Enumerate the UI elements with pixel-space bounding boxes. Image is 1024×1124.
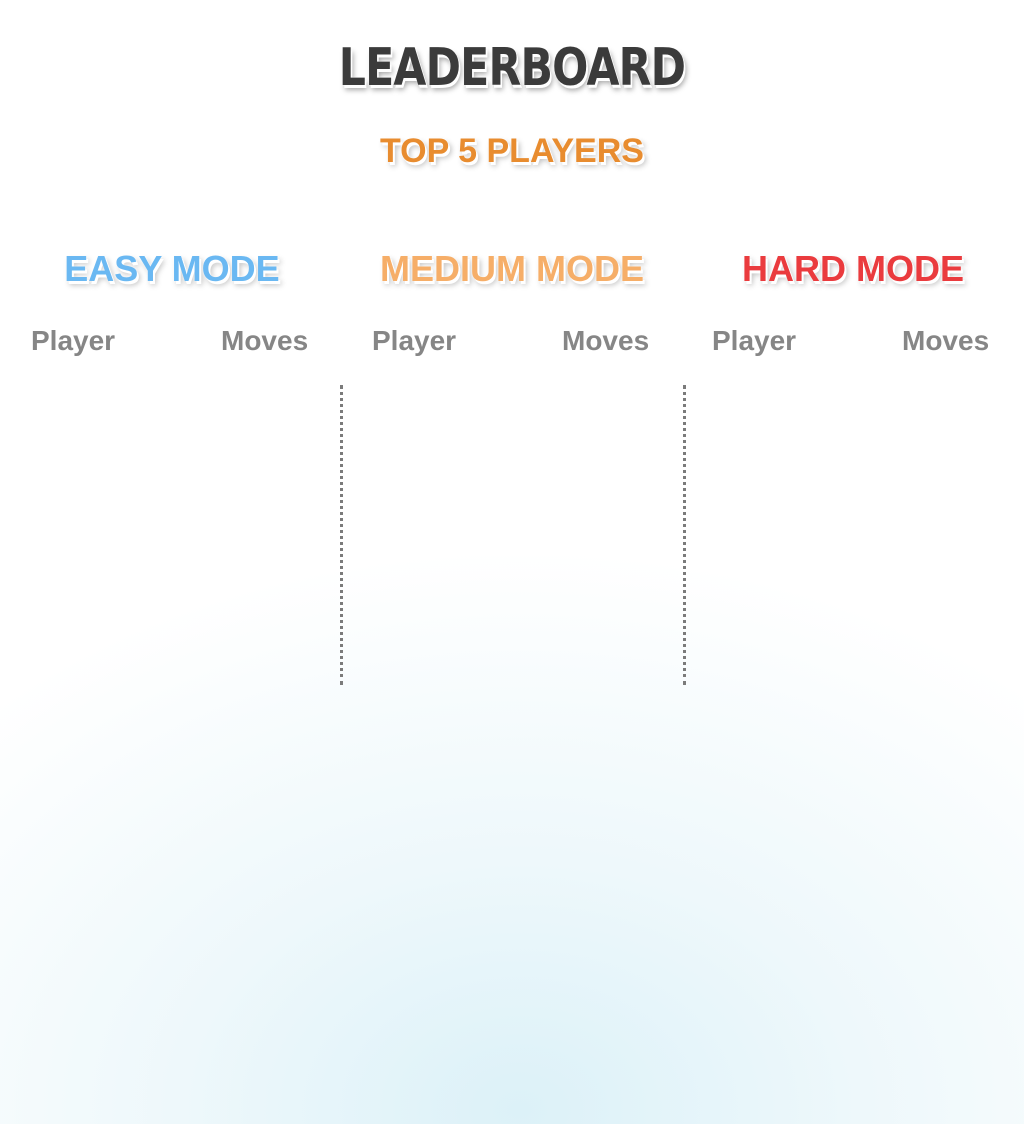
hard-player-header: Player — [712, 325, 797, 356]
easy-player-header: Player — [31, 325, 116, 356]
medium-player-header: Player — [372, 325, 457, 356]
medium-mode-title: MEDIUM MODE — [380, 248, 644, 289]
easy-moves-header: Moves — [221, 325, 309, 356]
column-divider-right — [683, 385, 686, 685]
hard-moves-header: Moves — [902, 325, 990, 356]
hard-mode-title: HARD MODE — [742, 248, 964, 289]
medium-moves-header: Moves — [562, 325, 650, 356]
leaderboard-title: LEADERBOARD — [338, 38, 686, 98]
leaderboard-subtitle: TOP 5 PLAYERS — [380, 132, 644, 170]
column-divider-left — [340, 385, 343, 685]
easy-mode-title: EASY MODE — [64, 248, 280, 289]
